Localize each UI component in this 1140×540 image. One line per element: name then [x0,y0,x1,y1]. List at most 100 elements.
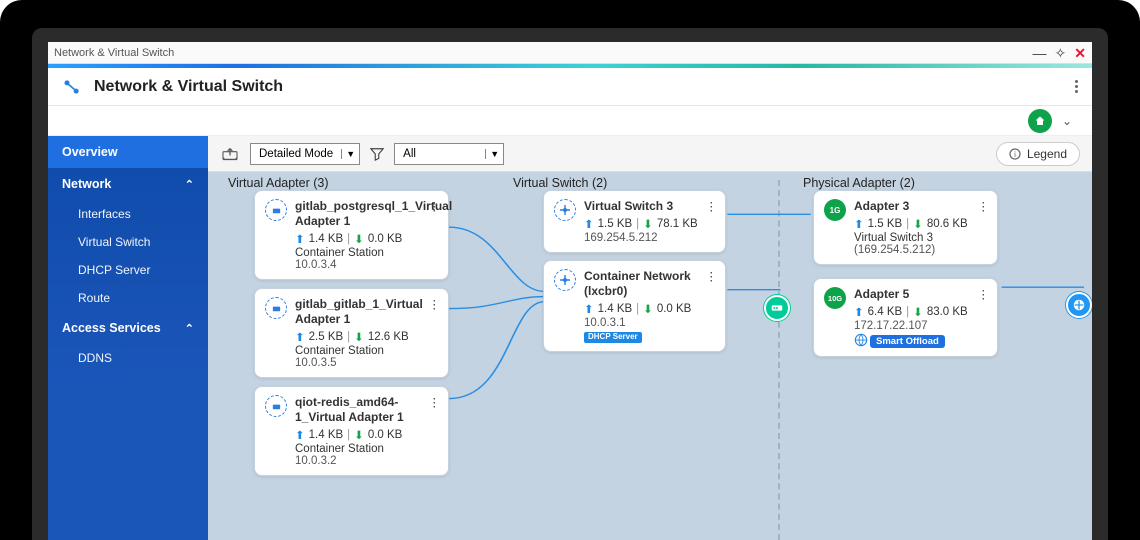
card-menu-button[interactable]: ⋮ [429,199,441,213]
export-icon[interactable] [220,147,240,161]
smart-offload-badge: Smart Offload [870,335,945,348]
upload-value: 1.4 KB [598,303,633,315]
smart-offload-label: Smart Offload [876,336,939,347]
virtual-adapter-icon [265,297,287,319]
profile-chevron-icon[interactable]: ⌄ [1062,114,1072,128]
col-header-physical-adapter: Physical Adapter (2) [803,176,915,190]
virtual-adapter-card[interactable]: ⋮ gitlab_gitlab_1_Virtual Adapter 1 ⬆2.5… [254,288,449,378]
card-menu-button[interactable]: ⋮ [978,199,990,213]
card-origin: Container Station [295,345,438,357]
card-title: Adapter 5 [854,287,987,302]
close-button[interactable]: ✕ [1074,46,1086,60]
sidebar-item-dhcp-server[interactable]: DHCP Server [48,256,208,284]
sidebar-group-access-services[interactable]: Access Services ⌃ [48,312,208,344]
chevron-up-icon: ⌃ [185,178,194,191]
filter-icon [370,147,384,161]
card-ip: 169.254.5.212 [584,232,715,244]
physical-adapter-card[interactable]: 1G ⋮ Adapter 3 ⬆1.5 KB | ⬇80.6 KB Virtua… [813,190,998,265]
view-mode-select[interactable]: Detailed Mode ▼ [250,143,360,165]
card-title: gitlab_gitlab_1_Virtual Adapter 1 [295,297,438,327]
card-ip: 10.0.3.2 [295,455,438,467]
sidebar-group-network-label: Network [62,177,111,191]
legend-label: Legend [1027,147,1067,161]
topology-canvas: ⋮ gitlab_postgresql_1_Virtual Adapter 1 … [208,180,1092,540]
card-ip: 10.0.3.1 [584,317,715,329]
physical-adapter-card[interactable]: 10G ⋮ Adapter 5 ⬆6.4 KB | ⬇83.0 KB 172.1… [813,278,998,357]
chevron-down-icon: ▼ [485,149,503,159]
view-mode-label: Detailed Mode [251,148,341,160]
link-bubble-icon [764,295,790,321]
upload-value: 2.5 KB [309,331,344,343]
download-value: 0.0 KB [368,233,403,245]
sidebar-item-route[interactable]: Route [48,284,208,312]
window-titlebar: Network & Virtual Switch — ✧ ✕ [48,42,1092,64]
download-value: 12.6 KB [368,331,409,343]
virtual-adapter-icon [265,395,287,417]
download-value: 0.0 KB [657,303,692,315]
card-sub2: (169.254.5.212) [854,244,987,256]
filter-label: All [395,148,485,160]
card-origin: Container Station [295,247,438,259]
virtual-adapter-card[interactable]: ⋮ qiot-redis_amd64-1_Virtual Adapter 1 ⬆… [254,386,449,476]
legend-button[interactable]: i Legend [996,142,1080,166]
col-header-virtual-switch: Virtual Switch (2) [513,176,607,190]
card-title: Container Network (lxcbr0) [584,269,715,299]
adapter-speed-badge: 10G [824,287,846,309]
window-title: Network & Virtual Switch [54,47,174,59]
card-origin: Container Station [295,443,438,455]
filter-select[interactable]: All ▼ [394,143,504,165]
header-menu-button[interactable] [1075,80,1078,93]
card-sub1: Virtual Switch 3 [854,232,987,244]
globe-icon [854,333,868,347]
app-title: Network & Virtual Switch [94,78,283,96]
sidebar-item-overview[interactable]: Overview [48,136,208,168]
card-menu-button[interactable]: ⋮ [429,297,441,311]
card-title: gitlab_postgresql_1_Virtual Adapter 1 [295,199,438,229]
card-title: Virtual Switch 3 [584,199,715,214]
wan-bubble-icon [1066,292,1092,318]
virtual-adapter-icon [265,199,287,221]
card-title: qiot-redis_amd64-1_Virtual Adapter 1 [295,395,438,425]
upload-value: 1.5 KB [598,218,633,230]
upload-value: 1.4 KB [309,233,344,245]
app-icon [62,77,82,97]
user-avatar[interactable] [1028,109,1052,133]
adapter-speed-badge: 1G [824,199,846,221]
minimize-button[interactable]: — [1033,46,1047,60]
profile-bar: ⌄ [48,106,1092,136]
svg-text:i: i [1014,150,1016,159]
column-headers: Virtual Adapter (3) Virtual Switch (2) P… [208,172,1092,180]
download-value: 83.0 KB [927,306,968,318]
toolbar: Detailed Mode ▼ All ▼ i Legend [208,136,1092,172]
virtual-switch-icon [554,199,576,221]
card-menu-button[interactable]: ⋮ [429,395,441,409]
virtual-switch-card[interactable]: ⋮ Container Network (lxcbr0) ⬆1.4 KB | ⬇… [543,260,726,352]
sidebar-item-interfaces[interactable]: Interfaces [48,200,208,228]
virtual-switch-card[interactable]: ⋮ Virtual Switch 3 ⬆1.5 KB | ⬇78.1 KB 16… [543,190,726,253]
download-value: 80.6 KB [927,218,968,230]
upload-value: 6.4 KB [868,306,903,318]
card-menu-button[interactable]: ⋮ [706,199,718,213]
dhcp-badge: DHCP Server [584,332,642,343]
card-ip: 172.17.22.107 [854,320,987,332]
virtual-switch-icon [554,269,576,291]
sidebar-item-ddns[interactable]: DDNS [48,344,208,372]
card-menu-button[interactable]: ⋮ [706,269,718,283]
col-header-virtual-adapter: Virtual Adapter (3) [228,176,329,190]
upload-value: 1.4 KB [309,429,344,441]
app-header: Network & Virtual Switch [48,68,1092,106]
virtual-adapter-card[interactable]: ⋮ gitlab_postgresql_1_Virtual Adapter 1 … [254,190,449,280]
download-value: 78.1 KB [657,218,698,230]
chevron-up-icon: ⌃ [185,322,194,335]
card-ip: 10.0.3.4 [295,259,438,271]
sidebar-group-access-label: Access Services [62,321,161,335]
info-icon: i [1009,148,1021,160]
card-menu-button[interactable]: ⋮ [978,287,990,301]
main-panel: Detailed Mode ▼ All ▼ i Legend Virtual A… [208,136,1092,540]
sidebar-group-network[interactable]: Network ⌃ [48,168,208,200]
card-ip: 10.0.3.5 [295,357,438,369]
maximize-button[interactable]: ✧ [1055,46,1067,60]
chevron-down-icon: ▼ [341,149,359,159]
card-title: Adapter 3 [854,199,987,214]
sidebar-item-virtual-switch[interactable]: Virtual Switch [48,228,208,256]
